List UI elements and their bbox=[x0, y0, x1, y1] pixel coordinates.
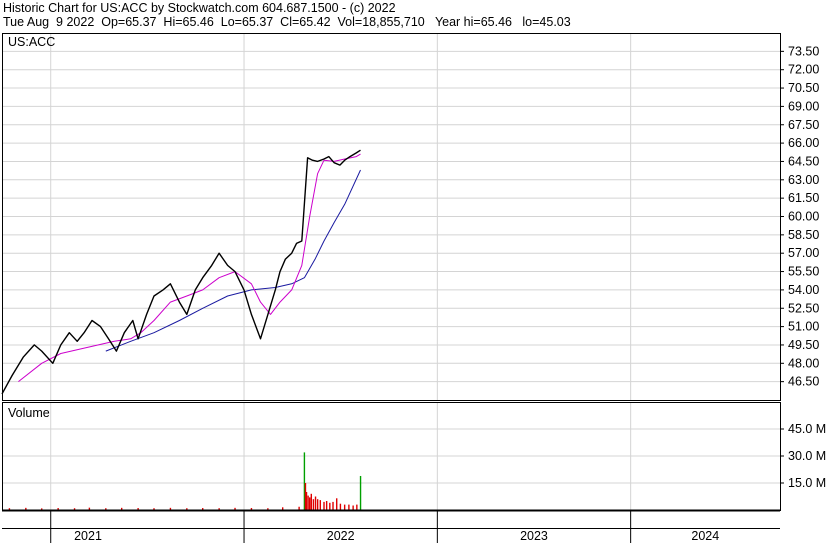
price-tick-label: 46.50 bbox=[788, 375, 819, 389]
volume-tick-label: 45.0 M bbox=[788, 422, 826, 436]
year-label: 2021 bbox=[74, 529, 102, 543]
price-tick-label: 48.00 bbox=[788, 356, 819, 370]
price-tick-label: 58.50 bbox=[788, 228, 819, 242]
year-label: 2023 bbox=[520, 529, 548, 543]
price-tick-label: 60.00 bbox=[788, 210, 819, 224]
price-tick-label: 73.50 bbox=[788, 44, 819, 58]
volume-tick-label: 30.0 M bbox=[788, 449, 826, 463]
grid-lines bbox=[2, 33, 784, 510]
price-tick-label: 54.00 bbox=[788, 283, 819, 297]
axis-labels: 73.50 72.00 70.50 69.00 67.50 66.00 64.50 63.00… bbox=[74, 44, 826, 543]
symbol-label: US:ACC bbox=[8, 35, 55, 49]
price-tick-label: 72.00 bbox=[788, 63, 819, 77]
year-label: 2022 bbox=[327, 529, 355, 543]
price-tick-label: 52.50 bbox=[788, 301, 819, 315]
price-tick-label: 69.00 bbox=[788, 99, 819, 113]
price-tick-label: 64.50 bbox=[788, 154, 819, 168]
volume-bars bbox=[8, 452, 362, 510]
volume-title: Volume bbox=[8, 406, 50, 420]
price-tick-label: 63.00 bbox=[788, 173, 819, 187]
price-tick-label: 70.50 bbox=[788, 81, 819, 95]
year-label: 2024 bbox=[691, 529, 719, 543]
chart-frames bbox=[2, 33, 781, 543]
price-tick-label: 49.50 bbox=[788, 338, 819, 352]
price-tick-label: 61.50 bbox=[788, 191, 819, 205]
short-moving-average-line bbox=[18, 153, 361, 382]
price-tick-label: 55.50 bbox=[788, 265, 819, 279]
price-tick-label: 66.00 bbox=[788, 136, 819, 150]
price-tick-label: 51.00 bbox=[788, 320, 819, 334]
price-tick-label: 67.50 bbox=[788, 118, 819, 132]
volume-tick-label: 15.0 M bbox=[788, 476, 826, 490]
price-tick-label: 57.00 bbox=[788, 246, 819, 260]
stock-chart: 73.50 72.00 70.50 69.00 67.50 66.00 64.50 63.00… bbox=[1, 33, 826, 543]
